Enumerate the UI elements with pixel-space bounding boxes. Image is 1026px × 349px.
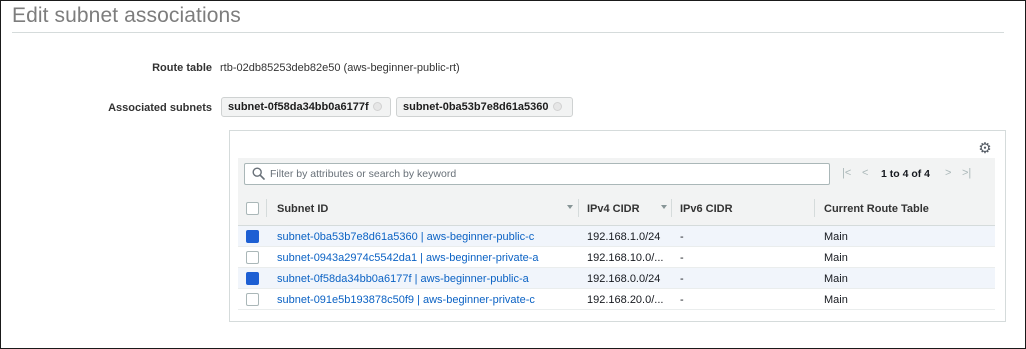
route-table-cell: Main [824,252,848,264]
column-ipv4-cidr[interactable]: IPv4 CIDR [587,203,640,215]
route-table-label: Route table [152,62,212,74]
row-checkbox[interactable] [246,230,259,243]
close-icon[interactable] [372,102,382,111]
ipv6-cidr-cell: - [680,294,684,306]
ipv4-cidr-cell: 192.168.10.0/... [587,252,664,264]
route-table-value: rtb-02db85253deb82e50 (aws-beginner-publ… [220,62,460,74]
ipv4-cidr-cell: 192.168.0.0/24 [587,273,661,285]
column-divider[interactable] [814,199,815,217]
title-divider [12,32,1004,33]
subnet-tag-label: subnet-0f58da34bb0a6177f [228,101,369,113]
last-page-button[interactable]: >| [962,167,971,179]
column-divider[interactable] [578,199,579,217]
page-title: Edit subnet associations [12,4,241,27]
ipv6-cidr-cell: - [680,231,684,243]
column-subnet-id[interactable]: Subnet ID [277,203,328,215]
associated-subnets-label: Associated subnets [108,102,212,114]
page-count: 1 to 4 of 4 [881,168,931,180]
column-current-route-table[interactable]: Current Route Table [824,203,929,215]
row-checkbox[interactable] [246,293,259,306]
route-table-cell: Main [824,294,848,306]
select-all-checkbox[interactable] [246,202,259,215]
filter-input[interactable] [270,165,820,183]
gear-icon[interactable]: ⚙ [978,141,992,156]
subnet-link[interactable]: subnet-0ba53b7e8d61a5360 | aws-beginner-… [277,231,534,243]
subnet-link[interactable]: subnet-0f58da34bb0a6177f | aws-beginner-… [277,273,529,285]
first-page-button[interactable]: |< [842,167,851,179]
previous-page-button[interactable]: < [862,167,868,179]
subnet-tag: subnet-0f58da34bb0a6177f [221,97,391,117]
filter-box [244,163,830,185]
ipv4-cidr-cell: 192.168.20.0/... [587,294,664,306]
route-table-cell: Main [824,273,848,285]
column-divider[interactable] [671,199,672,217]
route-table-cell: Main [824,231,848,243]
column-divider [266,199,267,217]
ipv6-cidr-cell: - [680,273,684,285]
row-checkbox[interactable] [246,251,259,264]
sort-caret-icon[interactable] [567,205,573,209]
subnet-link[interactable]: subnet-0943a2974c5542da1 | aws-beginner-… [277,252,539,264]
next-page-button[interactable]: > [945,167,951,179]
subnet-tag: subnet-0ba53b7e8d61a5360 [396,97,573,117]
row-checkbox[interactable] [246,272,259,285]
ipv6-cidr-cell: - [680,252,684,264]
subnet-link[interactable]: subnet-091e5b193878c50f9 | aws-beginner-… [277,294,535,306]
close-icon[interactable] [552,102,562,111]
search-icon [252,167,265,180]
sort-caret-icon[interactable] [661,205,667,209]
ipv4-cidr-cell: 192.168.1.0/24 [587,231,661,243]
column-ipv6-cidr[interactable]: IPv6 CIDR [680,203,733,215]
subnet-tag-label: subnet-0ba53b7e8d61a5360 [403,101,549,113]
